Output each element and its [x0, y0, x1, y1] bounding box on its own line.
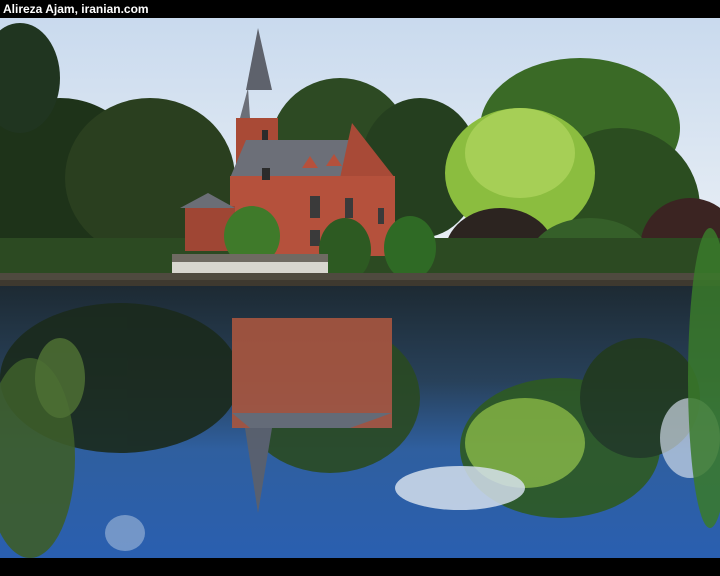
landscape-photo [0, 18, 720, 558]
footer-bar [0, 558, 720, 576]
photo-credit: Alireza Ajam, iranian.com [3, 2, 149, 16]
header-bar: Alireza Ajam, iranian.com [0, 0, 720, 18]
photo-illustration [0, 18, 720, 558]
